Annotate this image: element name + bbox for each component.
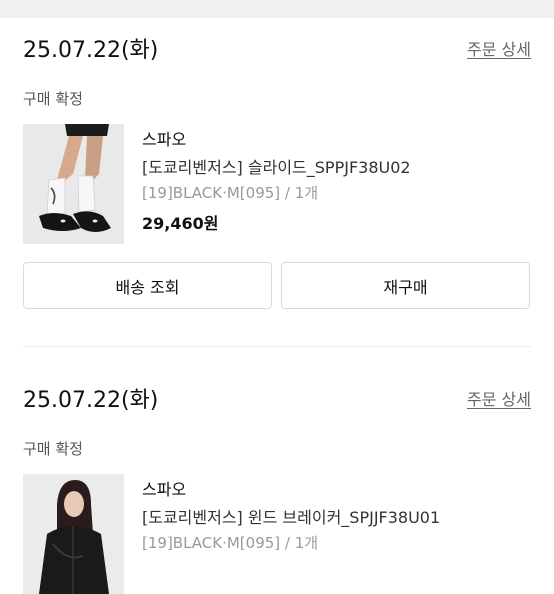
- product-image-windbreaker[interactable]: [23, 474, 124, 594]
- product-option: [19]BLACK·M[095] / 1개: [142, 184, 319, 202]
- product-option: [19]BLACK·M[095] / 1개: [142, 534, 319, 552]
- product-name: [도쿄리벤저스] 윈드 브레이커_SPJJF38U01: [142, 508, 441, 527]
- order-date: 25.07.22(화): [23, 388, 159, 413]
- product-info[interactable]: 스파오 [도쿄리벤저스] 슬라이드_SPPJF38U02 [19]BLACK·M…: [142, 126, 411, 233]
- reorder-button[interactable]: 재구매: [281, 262, 530, 309]
- product-image-slide[interactable]: [23, 124, 124, 244]
- product-brand: 스파오: [142, 480, 187, 499]
- product-name: [도쿄리벤저스] 슬라이드_SPPJF38U02: [142, 158, 411, 177]
- track-delivery-button[interactable]: 배송 조회: [23, 262, 272, 309]
- top-gray-band: [0, 0, 554, 18]
- order-status: 구매 확정: [23, 90, 83, 108]
- product-brand: 스파오: [142, 130, 187, 149]
- order-date: 25.07.22(화): [23, 38, 159, 63]
- order-divider: [23, 346, 531, 347]
- product-price: 29,460원: [142, 214, 219, 233]
- slide-photo-icon: [23, 124, 124, 244]
- order-detail-link[interactable]: 주문 상세: [467, 386, 531, 410]
- windbreaker-photo-icon: [23, 474, 124, 594]
- order-status: 구매 확정: [23, 440, 83, 458]
- order-detail-link[interactable]: 주문 상세: [467, 36, 531, 60]
- product-info[interactable]: 스파오 [도쿄리벤저스] 윈드 브레이커_SPJJF38U01 [19]BLAC…: [142, 476, 440, 560]
